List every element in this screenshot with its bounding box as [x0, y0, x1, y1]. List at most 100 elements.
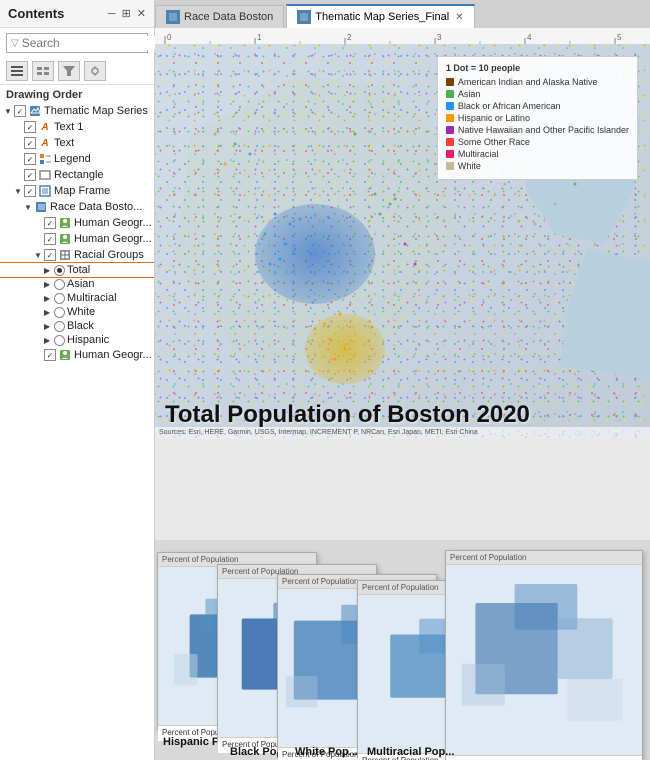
tree-item-white[interactable]: ▶ White [0, 305, 154, 319]
tree-item-black[interactable]: ▶ Black [0, 319, 154, 333]
legend-item-nhpi: Native Hawaiian and Other Pacific Island… [446, 125, 629, 135]
tab-close-button[interactable]: ✕ [455, 12, 463, 23]
legend-dot-aian [446, 78, 454, 86]
legend-item-other: Some Other Race [446, 137, 629, 147]
legend-dot-black [446, 102, 454, 110]
drawing-order-label: Drawing Order [0, 85, 154, 103]
legend-item-multiracial: Multiracial [446, 149, 629, 159]
svg-text:2: 2 [347, 33, 352, 42]
search-funnel-icon: ▽ [11, 38, 19, 49]
expand-arrow-asian: ▶ [44, 280, 54, 289]
checkbox-rectangle[interactable] [24, 169, 36, 181]
tree-item-text[interactable]: A Text [0, 135, 154, 151]
label-map-frame: Map Frame [54, 185, 110, 197]
checkbox-racial-groups[interactable] [44, 249, 56, 261]
tree-item-asian[interactable]: ▶ Asian [0, 277, 154, 291]
checkbox-text1[interactable] [24, 121, 36, 133]
legend-label-multiracial: Multiracial [458, 149, 499, 159]
tree-item-human-geo3[interactable]: Human Geogr... [0, 347, 154, 363]
tree-item-rectangle[interactable]: Rectangle [0, 167, 154, 183]
legend-dot-other [446, 138, 454, 146]
legend-label-asian: Asian [458, 89, 481, 99]
expand-arrow-mapframe: ▼ [14, 187, 24, 196]
small-maps-area: Percent of Population Percent of Populat… [155, 540, 650, 760]
label-text: Text [54, 137, 74, 149]
search-bar: ▽ 🔍 ▼ [6, 33, 148, 53]
settings-button[interactable] [84, 61, 106, 81]
tree-item-human-geo2[interactable]: Human Geogr... [0, 231, 154, 247]
data-icon [34, 200, 48, 214]
tree-view-button[interactable] [32, 61, 54, 81]
label-white-pop: White Pop... [295, 746, 358, 758]
tab-label-thematic: Thematic Map Series_Final [315, 11, 449, 23]
expand-arrow-black: ▶ [44, 322, 54, 331]
tab-race-data-boston[interactable]: Race Data Boston [155, 5, 284, 28]
legend-item-asian: Asian [446, 89, 629, 99]
filter-button[interactable] [58, 61, 80, 81]
tree-item-multiracial[interactable]: ▶ Multiracial [0, 291, 154, 305]
human-icon1 [58, 216, 72, 230]
radio-total[interactable] [54, 265, 65, 276]
map-background: 1 Dot = 10 people American Indian and Al… [155, 44, 650, 439]
legend-item-white: White [446, 161, 629, 171]
checkbox-text[interactable] [24, 137, 36, 149]
legend-label-aian: American Indian and Alaska Native [458, 77, 598, 87]
list-view-button[interactable] [6, 61, 28, 81]
legend-dot-nhpi [446, 126, 454, 134]
small-map-asian: Percent of Population Asian Population o… [445, 550, 643, 760]
close-icon[interactable]: ✕ [137, 7, 146, 20]
radio-white[interactable] [54, 307, 65, 318]
label-asian: Asian [67, 278, 95, 290]
radio-black[interactable] [54, 321, 65, 332]
map-content: 1 Dot = 10 people American Indian and Al… [155, 44, 650, 760]
text-icon2: A [38, 136, 52, 150]
svg-text:3: 3 [437, 33, 442, 42]
checkbox-human-geo2[interactable] [44, 233, 56, 245]
checkbox-map-frame[interactable] [24, 185, 36, 197]
radio-multiracial[interactable] [54, 293, 65, 304]
label-human-geo2: Human Geogr... [74, 233, 152, 245]
tree-item-thematic-map-series[interactable]: ▼ Thematic Map Series [0, 103, 154, 119]
map-icon [28, 104, 42, 118]
checkbox-human-geo3[interactable] [44, 349, 56, 361]
tree-item-hispanic[interactable]: ▶ Hispanic [0, 333, 154, 347]
label-text1: Text 1 [54, 121, 83, 133]
contents-panel: Contents ─ ⊞ ✕ ▽ 🔍 ▼ Drawing Order [0, 0, 155, 760]
radio-hispanic[interactable] [54, 335, 65, 346]
expand-arrow-total: ▶ [44, 266, 54, 275]
label-rectangle: Rectangle [54, 169, 104, 181]
ruler-svg: 0 1 2 3 4 5 [155, 28, 650, 44]
tree-item-text1[interactable]: A Text 1 [0, 119, 154, 135]
checkbox-thematic-map-series[interactable] [14, 105, 26, 117]
svg-text:0: 0 [167, 33, 172, 42]
tree-item-human-geo1[interactable]: Human Geogr... [0, 215, 154, 231]
checkbox-human-geo1[interactable] [44, 217, 56, 229]
ruler: 0 1 2 3 4 5 [155, 28, 650, 44]
tree-item-map-frame[interactable]: ▼ Map Frame [0, 183, 154, 199]
radio-asian[interactable] [54, 279, 65, 290]
legend-dot-asian [446, 90, 454, 98]
tree-item-legend[interactable]: Legend [0, 151, 154, 167]
sm-inner-asian [446, 565, 642, 755]
yellow-cluster [305, 314, 385, 384]
tree-container: ▼ Thematic Map Series A Text 1 A Text [0, 103, 154, 760]
contents-header: Contents ─ ⊞ ✕ [0, 0, 154, 28]
panel-title: Contents [8, 6, 64, 21]
tab-thematic-map-final[interactable]: Thematic Map Series_Final ✕ [286, 4, 474, 28]
label-multiracial-pop: Multiracial Pop... [367, 746, 454, 758]
label-human-geo3: Human Geogr... [74, 349, 152, 361]
expand-arrow-race-data: ▼ [24, 203, 34, 212]
svg-text:5: 5 [617, 33, 622, 42]
tab-icon-thematic [297, 10, 311, 24]
float-icon[interactable]: ⊞ [122, 7, 131, 20]
search-input[interactable] [22, 36, 177, 50]
label-white: White [67, 306, 95, 318]
map-legend: 1 Dot = 10 people American Indian and Al… [437, 56, 638, 180]
tree-item-total[interactable]: ▶ Total [0, 263, 154, 277]
tree-item-racial-groups[interactable]: ▼ Racial Groups [0, 247, 154, 263]
pin-icon[interactable]: ─ [108, 8, 116, 20]
checkbox-legend[interactable] [24, 153, 36, 165]
tree-item-race-data[interactable]: ▼ Race Data Bosto... [0, 199, 154, 215]
header-icons: ─ ⊞ ✕ [108, 7, 146, 20]
label-human-geo1: Human Geogr... [74, 217, 152, 229]
